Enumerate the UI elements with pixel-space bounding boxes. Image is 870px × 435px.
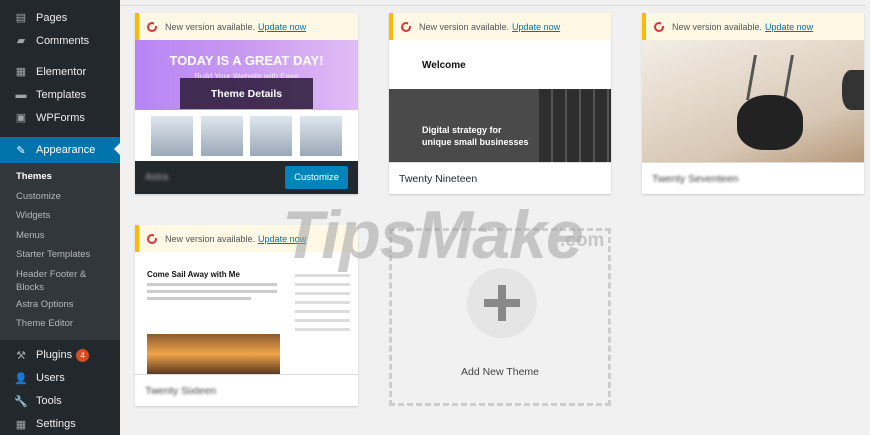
theme-screenshot: TODAY IS A GREAT DAY! Build Your Website… <box>135 40 358 161</box>
sidebar-item-users[interactable]: 👤 Users <box>0 367 120 390</box>
update-icon <box>654 21 665 32</box>
submenu-menus[interactable]: Menus <box>0 226 120 246</box>
theme-name: Astra <box>145 172 169 183</box>
submenu-starter-templates[interactable]: Starter Templates <box>0 245 120 265</box>
submenu-theme-editor[interactable]: Theme Editor <box>0 314 120 334</box>
tn-banner: Digital strategy for unique small busine… <box>389 89 611 162</box>
sidebar-item-elementor[interactable]: ▦ Elementor <box>0 60 120 83</box>
sidebar-item-label: Templates <box>36 88 87 101</box>
sidebar-item-templates[interactable]: ▬ Templates <box>0 83 120 106</box>
elementor-icon: ▦ <box>15 66 27 78</box>
sidebar-item-label: Appearance <box>36 144 96 156</box>
theme-screenshot <box>642 40 864 162</box>
sidebar-item-appearance[interactable]: ✎ Appearance <box>0 137 120 163</box>
settings-icon: ▦ <box>15 418 27 431</box>
sidebar-item-settings[interactable]: ▦ Settings <box>0 413 120 435</box>
theme-card-twenty-sixteen[interactable]: New version available. Update now Come S… <box>135 225 358 406</box>
sidebar-item-label: Settings <box>36 418 76 430</box>
wpforms-icon: ▣ <box>15 112 27 124</box>
update-icon <box>147 233 158 244</box>
update-now-link[interactable]: Update now <box>258 234 306 244</box>
frame-divider <box>120 5 865 6</box>
tn-phone-image <box>539 89 611 162</box>
users-icon: 👤 <box>14 372 28 385</box>
sidebar-item-label: WPForms <box>36 111 85 124</box>
sidebar-item-label: Users <box>36 372 65 384</box>
tn-welcome: Welcome <box>389 40 611 89</box>
sidebar-item-comments[interactable]: ▰ Comments <box>0 29 120 52</box>
sidebar-item-label: Elementor <box>36 65 87 78</box>
update-notice-text: New version available. <box>419 21 510 32</box>
update-notice-text: New version available. <box>672 21 763 32</box>
comments-icon: ▰ <box>16 35 26 47</box>
tn-tagline-1: Digital strategy for <box>422 125 502 135</box>
add-new-theme-label: Add New Theme <box>460 366 539 378</box>
theme-screenshot: Welcome Digital strategy for unique smal… <box>389 40 611 162</box>
sunset-image <box>147 334 280 374</box>
submenu-widgets[interactable]: Widgets <box>0 206 120 226</box>
update-notice-text: New version available. <box>165 21 256 32</box>
admin-sidebar: ▤ Pages ▰ Comments ▦ Elementor ▬ Templat… <box>0 0 120 435</box>
update-notice-text: New version available. <box>165 233 256 244</box>
add-new-theme-card[interactable]: Add New Theme <box>389 228 611 406</box>
submenu-header-footer[interactable]: Header Footer & <box>0 265 120 281</box>
pages-icon: ▤ <box>15 12 27 24</box>
submenu-header-footer-cont[interactable]: Blocks <box>0 281 120 295</box>
pot-image <box>737 95 803 150</box>
theme-name: Twenty Nineteen <box>389 162 611 194</box>
sidebar-item-label: Plugins <box>36 349 73 361</box>
active-theme-bar: Astra Customize <box>135 161 358 194</box>
submenu-themes[interactable]: Themes <box>0 167 120 187</box>
astra-hero-title: TODAY IS A GREAT DAY! <box>169 53 324 68</box>
plus-icon <box>467 268 537 338</box>
submenu-astra-options[interactable]: Astra Options <box>0 295 120 315</box>
sidebar-item-tools[interactable]: 🔧 Tools <box>0 390 120 413</box>
theme-card-astra[interactable]: New version available. Update now TODAY … <box>135 13 358 194</box>
templates-icon: ▬ <box>15 88 27 101</box>
theme-name: Twenty Seventeen <box>642 162 864 194</box>
appearance-icon: ✎ <box>16 144 26 157</box>
sidebar-item-label: Pages <box>36 11 68 24</box>
theme-card-twenty-seventeen[interactable]: New version available. Update now Twenty… <box>642 13 864 194</box>
customize-button[interactable]: Customize <box>285 166 348 189</box>
sidebar-item-plugins[interactable]: ⚒ Plugins 4 <box>0 344 120 367</box>
sidebar-item-wpforms[interactable]: ▣ WPForms <box>0 106 120 129</box>
update-notice: New version available. Update now <box>642 13 864 40</box>
astra-people-images <box>135 110 358 161</box>
submenu-customize[interactable]: Customize <box>0 187 120 207</box>
plugins-icon: ⚒ <box>16 349 26 362</box>
update-now-link[interactable]: Update now <box>258 22 306 32</box>
theme-details-overlay[interactable]: Theme Details <box>180 78 313 109</box>
update-now-link[interactable]: Update now <box>765 22 813 32</box>
update-now-link[interactable]: Update now <box>512 22 560 32</box>
sidebar-item-label: Comments <box>36 34 90 47</box>
update-icon <box>401 21 412 32</box>
update-notice: New version available. Update now <box>135 13 358 40</box>
plugins-update-badge: 4 <box>76 348 90 362</box>
theme-card-twenty-nineteen[interactable]: New version available. Update now Welcom… <box>389 13 611 194</box>
theme-name: Twenty Sixteen <box>135 374 358 406</box>
tools-icon: 🔧 <box>14 395 28 408</box>
update-icon <box>147 21 158 32</box>
sidebar-item-label: Tools <box>36 395 62 407</box>
appearance-submenu: Themes Customize Widgets Menus Starter T… <box>0 163 120 340</box>
plant-image <box>746 55 794 100</box>
theme-screenshot: Come Sail Away with Me <box>135 252 358 374</box>
sidebar-item-pages[interactable]: ▤ Pages <box>0 6 120 29</box>
update-notice: New version available. Update now <box>135 225 358 252</box>
tn-tagline-2: unique small businesses <box>422 137 529 147</box>
update-notice: New version available. Update now <box>389 13 611 40</box>
